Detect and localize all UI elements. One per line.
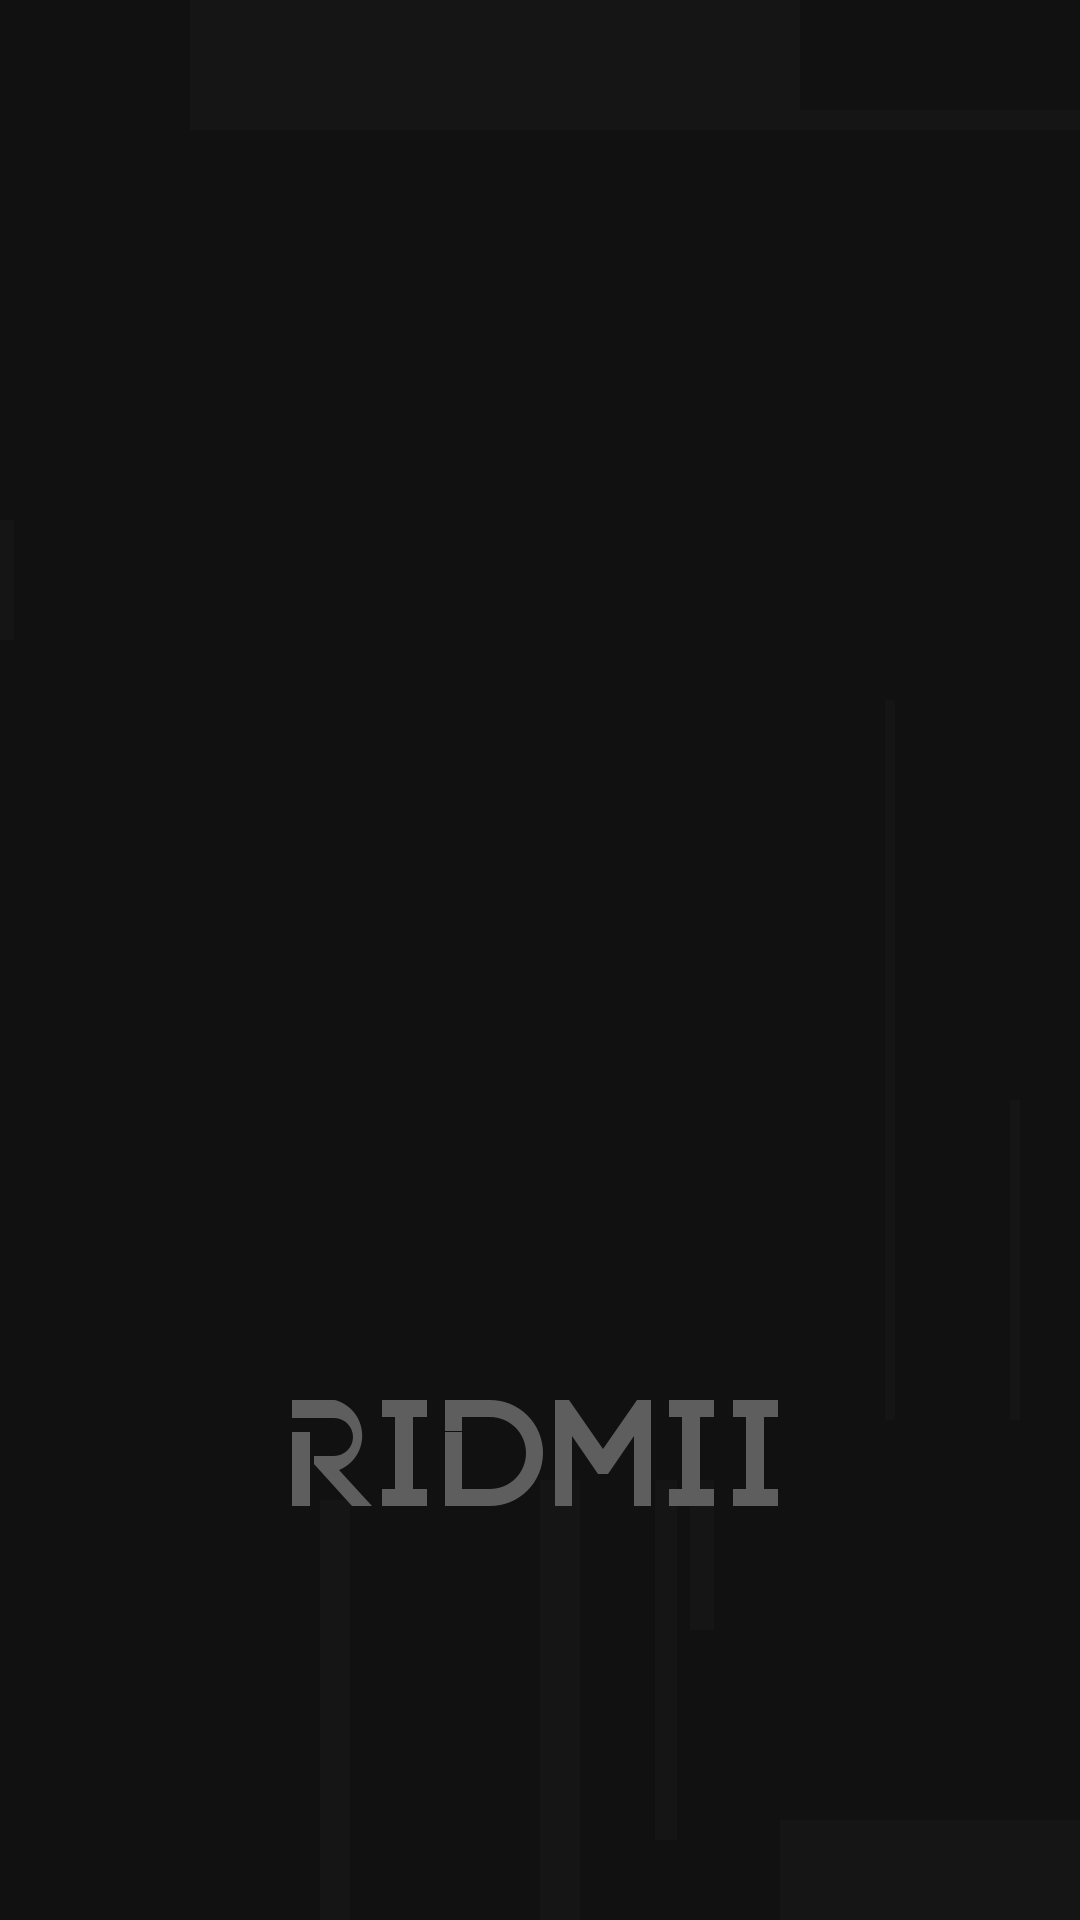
background-texture <box>1010 1100 1020 1420</box>
background-texture <box>190 0 800 130</box>
background-texture <box>0 520 14 640</box>
background-texture <box>780 1820 1080 1920</box>
splash-screen: RIDMII <box>0 0 1080 1920</box>
brand-logo: RIDMII <box>290 1398 780 1510</box>
background-texture <box>320 1500 350 1920</box>
ridmii-wordmark-logo-icon <box>292 1400 778 1506</box>
background-texture <box>885 700 895 1420</box>
background-texture <box>800 110 1080 130</box>
background-texture <box>540 1480 580 1920</box>
background-texture <box>655 1480 677 1840</box>
